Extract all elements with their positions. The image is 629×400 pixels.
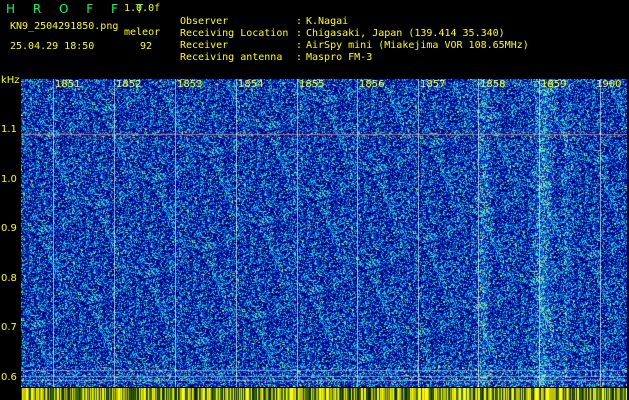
y-tick-0.6: 0.6 [1,372,17,383]
x-tick-1900: 1900 [596,79,622,90]
grid-line [357,79,358,387]
grid-line [236,79,237,387]
count-label: 92 [140,41,153,52]
grid-line [53,79,54,387]
filename-label: KN9_2504291850.png [10,21,119,32]
y-tick-1.0: 1.0 [1,174,17,185]
datetime-label: 25.04.29 18:50 [10,41,95,52]
x-tick-1856: 1856 [359,79,385,90]
grid-line [418,79,419,387]
x-tick-1858: 1858 [480,79,506,90]
info-observer: Observer: K.Nagai [180,16,349,27]
x-tick-1859: 1859 [541,79,567,90]
mode-label: meleor [124,27,161,38]
grid-line [114,79,115,387]
x-tick-1852: 1852 [116,79,142,90]
x-tick-1853: 1853 [177,79,203,90]
x-tick-1855: 1855 [299,79,325,90]
x-tick-1851: 1851 [55,79,81,90]
info-location: Receiving Location: Chigasaki, Japan (139… [180,28,505,39]
x-tick-1857: 1857 [420,79,446,90]
spectrogram-canvas [21,79,627,387]
grid-line [175,79,176,387]
spectrogram[interactable] [21,79,627,387]
grid-line [539,79,540,387]
y-tick-1.1: 1.1 [1,124,17,135]
y-axis-unit: kHz [1,75,20,86]
y-tick-0.7: 0.7 [1,322,17,333]
activity-bar [21,388,627,400]
y-tick-0.8: 0.8 [1,273,17,284]
info-antenna: Receiving antenna: Maspro FM-3 [180,52,373,63]
grid-line [297,79,298,387]
info-receiver: Receiver: AirSpy mini (Miakejima VOR 108.… [180,40,529,51]
x-tick-1854: 1854 [238,79,264,90]
grid-line [600,79,601,387]
y-tick-0.9: 0.9 [1,223,17,234]
version-label: 1.0.0f [124,3,161,14]
grid-line [478,79,479,387]
